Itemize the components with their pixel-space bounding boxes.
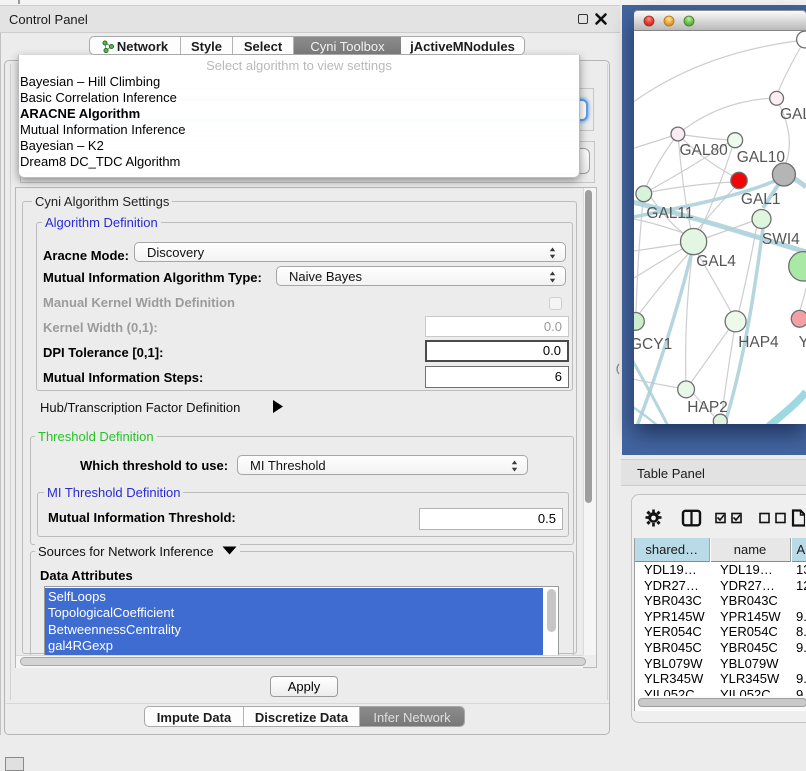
svg-text:HAP4: HAP4	[738, 334, 779, 351]
svg-text:GAL80: GAL80	[680, 142, 729, 159]
svg-text:SWI4: SWI4	[762, 231, 800, 248]
svg-text:GAL1: GAL1	[741, 191, 781, 208]
svg-text:Y: Y	[799, 334, 806, 351]
svg-text:GAL11: GAL11	[646, 205, 693, 222]
svg-text:GCY1: GCY1	[634, 336, 672, 353]
svg-text:GAL4: GAL4	[696, 253, 736, 270]
svg-text:GAL10: GAL10	[737, 149, 786, 166]
svg-text:HAP2: HAP2	[687, 399, 728, 416]
svg-text:GAL7: GAL7	[780, 106, 806, 123]
